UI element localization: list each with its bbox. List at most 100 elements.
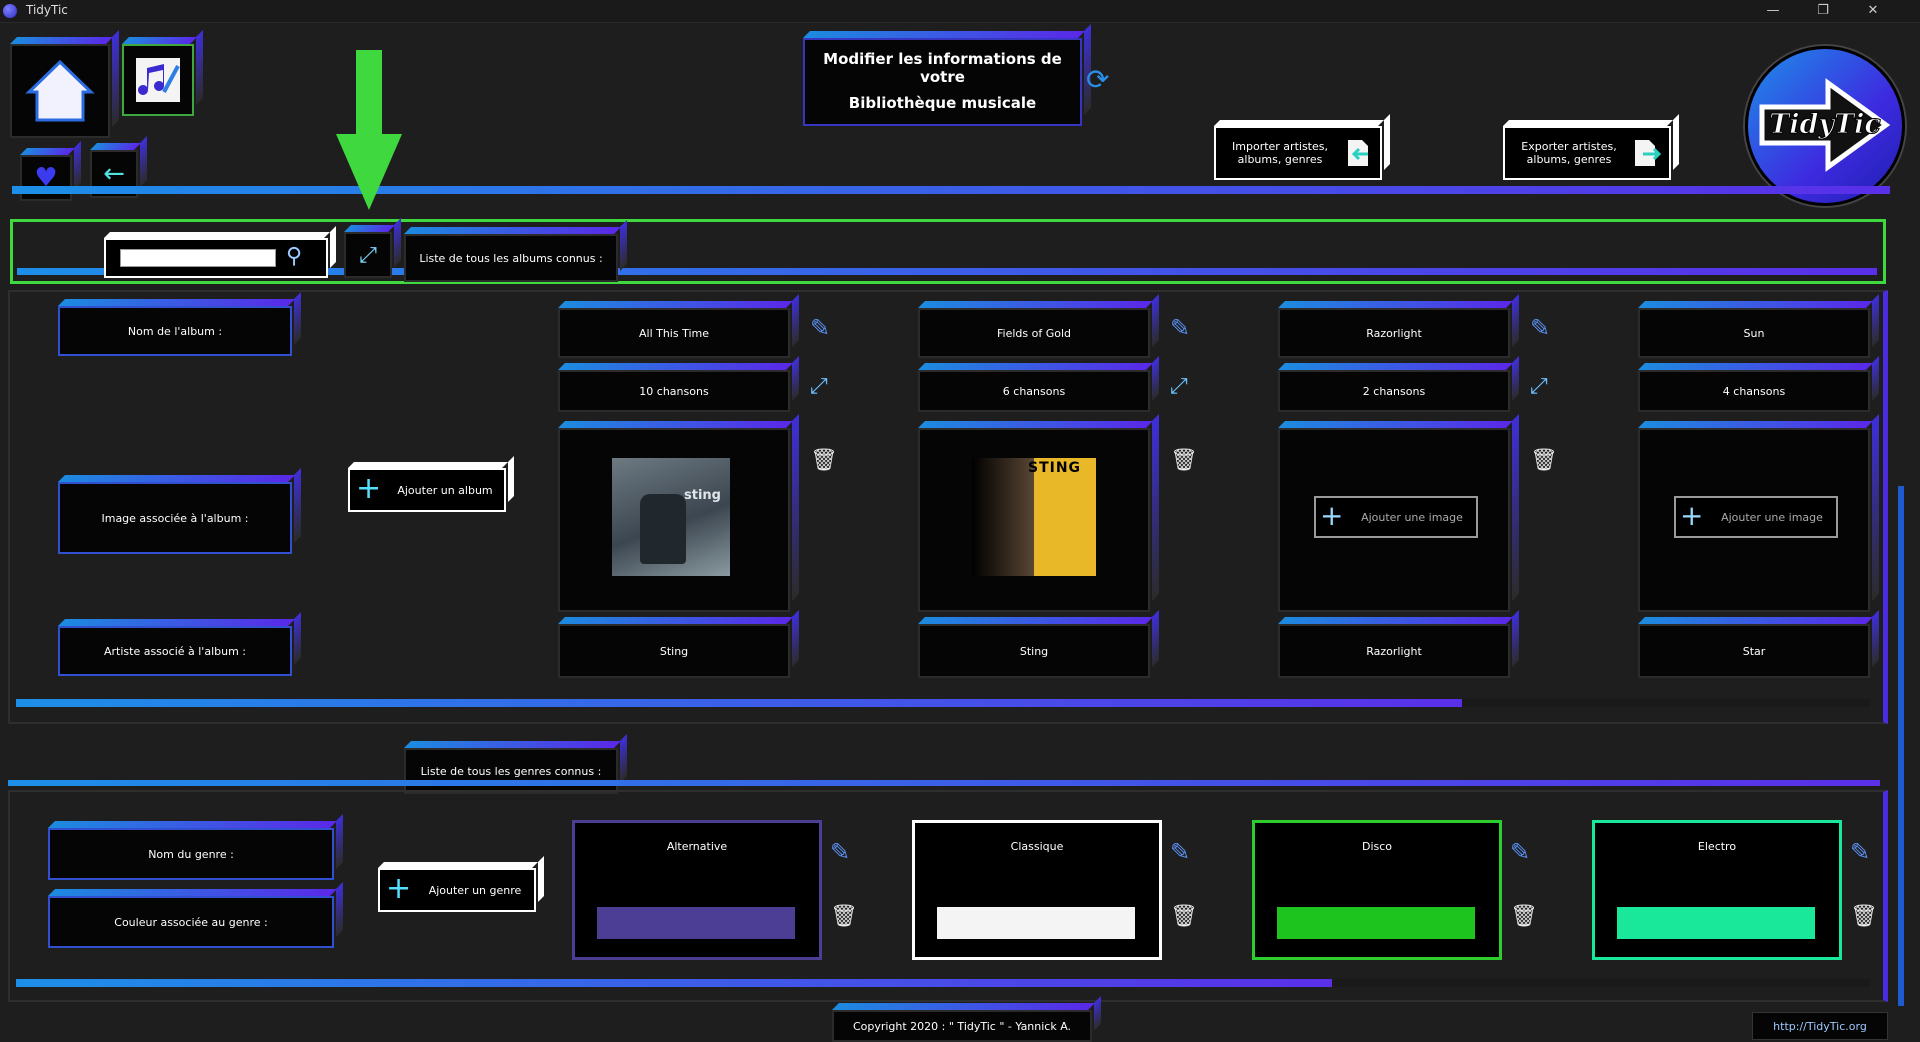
logo-text: TidyTic [1769, 109, 1882, 141]
album-search-box: ⚲ [104, 238, 328, 278]
edit-pencil-icon[interactable]: ✎ [1170, 314, 1190, 342]
album-cover-text: sting [684, 488, 721, 503]
music-edit-button[interactable] [122, 44, 194, 116]
genre-name: Classique [1010, 839, 1064, 853]
genre-card[interactable]: Disco [1252, 820, 1502, 960]
album-artist-box: Sting [558, 624, 790, 678]
home-button[interactable] [10, 44, 110, 138]
search-icon[interactable]: ⚲ [286, 244, 302, 269]
album-songs-box: 4 chansons [1638, 370, 1870, 412]
trash-icon[interactable]: 🗑 [1850, 904, 1878, 929]
expand-arrows-icon: ⤢ [359, 242, 377, 268]
trash-icon[interactable]: 🗑 [1170, 448, 1198, 473]
title-bar: TidyTic — ❐ ✕ [0, 0, 1920, 23]
album-search-input[interactable] [120, 249, 276, 267]
album-artist-box: Razorlight [1278, 624, 1510, 678]
album-songs-box: 2 chansons [1278, 370, 1510, 412]
album-cover: STING [972, 458, 1096, 576]
genre-color-label: Couleur associée au genre : [48, 896, 334, 948]
favorites-button[interactable]: ♥ [20, 155, 72, 201]
genres-tab[interactable]: Liste de tous les genres connus : [404, 748, 618, 794]
album-name-box: Sun [1638, 308, 1870, 358]
album-artist-box: Sting [918, 624, 1150, 678]
plus-icon: + [1680, 499, 1704, 532]
edit-pencil-icon[interactable]: ✎ [1170, 838, 1190, 866]
album-cover-text: STING [1028, 460, 1082, 476]
edit-pencil-icon[interactable]: ✎ [1510, 838, 1530, 866]
export-icon [1635, 140, 1661, 166]
album-image-box: sting [558, 428, 790, 612]
album-cover: sting [612, 458, 730, 576]
genre-name: Disco [1361, 839, 1393, 853]
genre-color-swatch[interactable] [597, 907, 795, 939]
restore-button[interactable]: ❐ [1800, 0, 1846, 22]
album-songs-box: 6 chansons [918, 370, 1150, 412]
genre-color-swatch[interactable] [937, 907, 1135, 939]
album-image-box: + Ajouter une image [1278, 428, 1510, 612]
copyright-text: Copyright 2020 : " TidyTic " - Yannick A… [832, 1010, 1092, 1042]
arrow-left-icon: ← [103, 159, 125, 189]
albums-scroll-thumb[interactable] [16, 699, 1463, 707]
import-label: Importer artistes, albums, genres [1232, 140, 1328, 166]
albums-scrollbar[interactable] [16, 699, 1870, 707]
vertical-scrollbar[interactable] [1898, 486, 1904, 1006]
genre-color-swatch[interactable] [1617, 907, 1815, 939]
plus-icon: + [386, 871, 412, 906]
album-name-box: Fields of Gold [918, 308, 1150, 358]
add-album-button[interactable]: + Ajouter un album [348, 468, 506, 512]
genres-scrollbar[interactable] [16, 979, 1870, 987]
page-title-line2: Bibliothèque musicale [848, 94, 1037, 112]
genres-top-bar [8, 780, 1880, 786]
album-artist-box: Star [1638, 624, 1870, 678]
export-button[interactable]: Exporter artistes, albums, genres [1503, 126, 1671, 180]
genre-name: Electro [1697, 839, 1737, 853]
export-label: Exporter artistes, albums, genres [1521, 140, 1617, 166]
add-genre-button[interactable]: + Ajouter un genre [378, 868, 536, 912]
expand-arrows-icon[interactable]: ⤢ [810, 374, 828, 399]
app-icon [3, 4, 17, 18]
trash-icon[interactable]: 🗑 [830, 904, 858, 929]
green-arrow-down-icon [336, 50, 402, 210]
minimize-button[interactable]: — [1750, 0, 1796, 22]
expand-arrows-icon[interactable]: ⤢ [1170, 374, 1188, 399]
website-link[interactable]: http://TidyTic.org [1752, 1012, 1888, 1040]
trash-icon[interactable]: 🗑 [1170, 904, 1198, 929]
genre-card[interactable]: Electro [1592, 820, 1842, 960]
page-header: Modifier les informations de votre Bibli… [803, 38, 1082, 126]
edit-pencil-icon[interactable]: ✎ [810, 314, 830, 342]
trash-icon[interactable]: 🗑 [1530, 448, 1558, 473]
album-name-box: Razorlight [1278, 308, 1510, 358]
album-artist-label: Artiste associé à l'album : [58, 626, 292, 676]
page-title-line1: Modifier les informations de votre [823, 50, 1062, 86]
plus-icon: + [1320, 499, 1344, 532]
album-image-box: + Ajouter une image [1638, 428, 1870, 612]
trash-icon[interactable]: 🗑 [810, 448, 838, 473]
album-image-label: Image associée à l'album : [58, 482, 292, 554]
close-button[interactable]: ✕ [1850, 0, 1896, 22]
refresh-icon[interactable]: ⟳ [1086, 66, 1114, 94]
window-title: TidyTic [26, 3, 68, 17]
albums-expand-button[interactable]: ⤢ [344, 232, 392, 278]
album-name-label: Nom de l'album : [58, 306, 292, 356]
genre-color-swatch[interactable] [1277, 907, 1475, 939]
album-songs-box: 10 chansons [558, 370, 790, 412]
genre-name: Alternative [666, 839, 728, 853]
add-genre-label: Ajouter un genre [428, 883, 522, 897]
genre-card[interactable]: Classique [912, 820, 1162, 960]
add-image-button[interactable]: + Ajouter une image [1674, 496, 1838, 538]
genres-scroll-thumb[interactable] [16, 979, 1333, 987]
import-icon [1348, 140, 1368, 166]
edit-pencil-icon[interactable]: ✎ [1850, 838, 1870, 866]
expand-arrows-icon[interactable]: ⤢ [1530, 374, 1548, 399]
genre-card[interactable]: Alternative [572, 820, 822, 960]
add-album-label: Ajouter un album [397, 483, 493, 497]
add-image-button[interactable]: + Ajouter une image [1314, 496, 1478, 538]
edit-pencil-icon[interactable]: ✎ [1530, 314, 1550, 342]
music-note-icon [136, 58, 180, 102]
trash-icon[interactable]: 🗑 [1510, 904, 1538, 929]
genre-name-label: Nom du genre : [48, 828, 334, 880]
tidytic-logo: TidyTic [1745, 46, 1905, 206]
edit-pencil-icon[interactable]: ✎ [830, 838, 850, 866]
import-button[interactable]: Importer artistes, albums, genres [1214, 126, 1382, 180]
albums-tab[interactable]: Liste de tous les albums connus : [404, 234, 618, 282]
